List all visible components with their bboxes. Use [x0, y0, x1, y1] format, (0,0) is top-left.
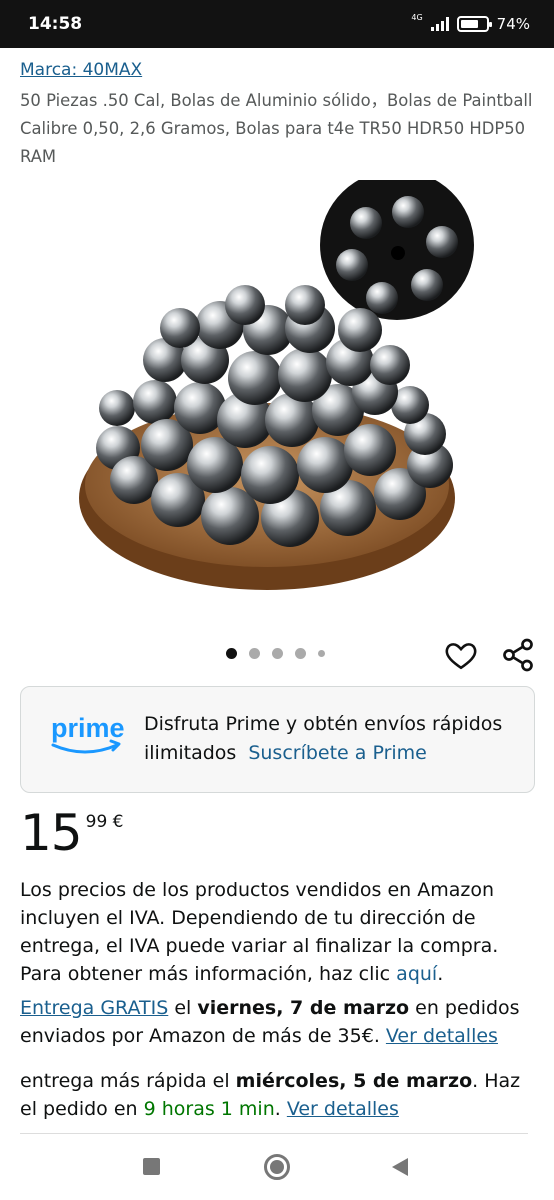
product-title: 50 Piezas .50 Cal, Bolas de Aluminio sól…	[20, 91, 533, 166]
fast-delivery-details-link[interactable]: Ver detalles	[287, 1098, 399, 1120]
vat-info-link[interactable]: aquí	[396, 963, 437, 985]
carousel-dot[interactable]	[318, 650, 325, 657]
carousel-dot[interactable]	[272, 648, 283, 659]
carousel-dot[interactable]	[226, 648, 237, 659]
price: 15 99 €	[20, 804, 123, 862]
fast-delivery-post: .	[274, 1098, 287, 1120]
vat-info-end: .	[437, 963, 444, 985]
delivery-date: viernes, 7 de marzo	[197, 997, 410, 1019]
status-bar: 14:58 4G 74%	[0, 0, 554, 48]
order-countdown: 9 horas 1 min	[143, 1098, 275, 1120]
carousel-dot[interactable]	[249, 648, 260, 659]
recents-button[interactable]	[143, 1158, 160, 1175]
fast-delivery-date: miércoles, 5 de marzo	[235, 1070, 473, 1092]
product-image[interactable]	[70, 180, 490, 610]
price-fraction: 99 €	[85, 812, 124, 832]
prime-message: Disfruta Prime y obtén envíos rápidos il…	[144, 710, 524, 768]
delivery-details-link[interactable]: Ver detalles	[386, 1025, 498, 1047]
fast-delivery-info: entrega más rápida el miércoles, 5 de ma…	[20, 1067, 540, 1123]
divider	[20, 1133, 528, 1134]
heart-icon[interactable]	[444, 638, 478, 672]
back-button[interactable]	[392, 1158, 408, 1176]
network-type: 4G	[411, 13, 423, 22]
prime-banner[interactable]: prime Disfruta Prime y obtén envíos rápi…	[20, 686, 535, 793]
carousel-dot[interactable]	[295, 648, 306, 659]
fast-delivery-pre: entrega más rápida el	[20, 1070, 236, 1092]
status-time: 14:58	[28, 14, 83, 34]
svg-text:prime: prime	[51, 713, 125, 743]
battery-fill	[460, 20, 479, 28]
battery-icon	[456, 16, 492, 32]
prime-logo-icon: prime	[51, 713, 125, 754]
status-indicators: 4G 74%	[411, 13, 530, 34]
share-icon[interactable]	[500, 637, 536, 673]
image-carousel-dots[interactable]	[226, 648, 325, 659]
vat-info: Los precios de los productos vendidos en…	[20, 876, 540, 988]
battery-percent: 74%	[496, 15, 530, 33]
delivery-info: Entrega GRATIS el viernes, 7 de marzo en…	[20, 994, 540, 1050]
brand-link[interactable]: Marca: 40MAX	[20, 60, 142, 80]
system-nav-bar	[0, 1140, 554, 1200]
price-whole: 15	[20, 804, 83, 862]
signal-icon	[430, 17, 449, 31]
free-delivery-link[interactable]: Entrega GRATIS	[20, 997, 168, 1019]
delivery-pre-date: el	[168, 997, 198, 1019]
home-button[interactable]	[264, 1154, 290, 1180]
prime-subscribe-link[interactable]: Suscríbete a Prime	[248, 742, 427, 764]
